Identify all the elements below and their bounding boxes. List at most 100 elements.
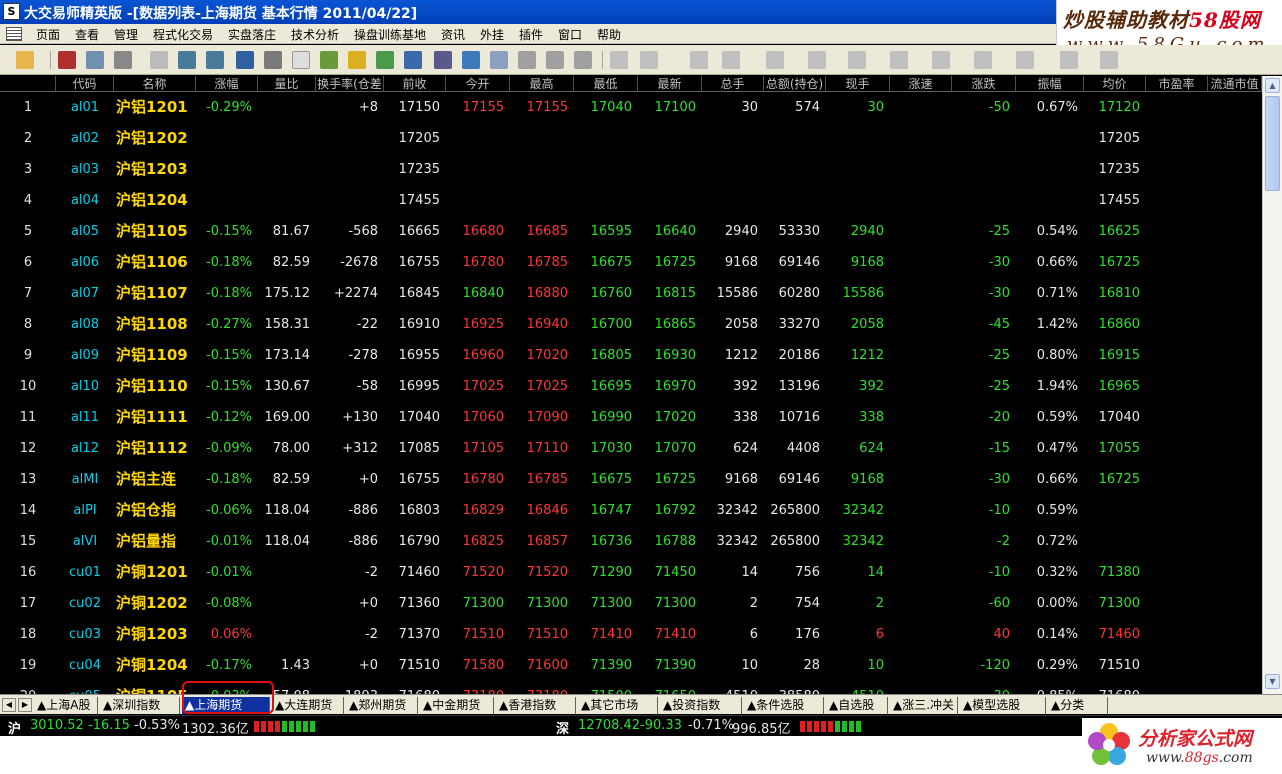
fan-icon[interactable] [766, 51, 784, 69]
ray-icon[interactable] [690, 51, 708, 69]
zoom-icon[interactable] [114, 51, 132, 69]
table-row[interactable]: 5 al05 沪铝1105 -0.15% 81.67 -568 16665 16680 1668… [0, 216, 1262, 247]
tab-10[interactable]: ▲自选股 [826, 697, 888, 714]
table-row[interactable]: 17 cu02 沪铜1202 -0.08% +0 71360 71300 71300 71300… [0, 588, 1262, 619]
column-header[interactable]: 流通市值 [1208, 76, 1262, 92]
window-icon[interactable] [434, 51, 452, 69]
table-row[interactable]: 10 al10 沪铝1110 -0.15% 130.67 -58 16995 17025 170… [0, 371, 1262, 402]
table-row[interactable]: 19 cu04 沪铜1204 -0.17% 1.43 +0 71510 71580 71600 7… [0, 650, 1262, 681]
layout-icon[interactable] [462, 51, 480, 69]
table-row[interactable]: 2 al02 沪铝1202 17205 17205 [0, 123, 1262, 154]
tab-scroll-right-icon[interactable]: ▶ [18, 698, 32, 712]
tab-9[interactable]: ▲条件选股 [744, 697, 824, 714]
tab-5[interactable]: ▲中金期货 [420, 697, 494, 714]
table-row[interactable]: 8 al08 沪铝1108 -0.27% 158.31 -22 16910 16925 1694… [0, 309, 1262, 340]
column-header[interactable]: 振幅 [1016, 76, 1084, 92]
column-header[interactable]: 市盈率 [1146, 76, 1208, 92]
menu-page[interactable]: 页面 [36, 26, 60, 43]
menu-help[interactable]: 帮助 [597, 26, 621, 43]
menu-info[interactable]: 资讯 [441, 26, 465, 43]
tab-scroll-left-icon[interactable]: ◀ [2, 698, 16, 712]
column-header[interactable]: 总手 [702, 76, 764, 92]
tab-6[interactable]: ▲香港指数 [496, 697, 576, 714]
menu-plugins[interactable]: 插件 [519, 26, 543, 43]
table-row[interactable]: 20cu05沪铜1105-0.03%57.08-1893716807318073… [0, 681, 1262, 694]
table-row[interactable]: 1 al01 沪铝1201 -0.29% +8 17150 17155 17155 17040 1… [0, 92, 1262, 123]
scroll-down-icon[interactable]: ▼ [1265, 674, 1280, 689]
tab-12[interactable]: ▲模型选股 [960, 697, 1046, 714]
settings-icon[interactable] [1060, 51, 1078, 69]
text-tool-icon[interactable] [974, 51, 992, 69]
chart-icon[interactable] [58, 51, 76, 69]
table-row[interactable]: 3 al03 沪铝1203 17235 17235 [0, 154, 1262, 185]
column-header[interactable]: 最低 [574, 76, 638, 92]
tab-0[interactable]: ▲上海A股 [34, 697, 98, 714]
column-header[interactable]: 涨速 [890, 76, 952, 92]
list-icon[interactable] [264, 51, 282, 69]
rectangle-icon[interactable] [890, 51, 908, 69]
menu-tech-analysis[interactable]: 技术分析 [291, 26, 339, 43]
table-row[interactable]: 7 al07 沪铝1107 -0.18% 175.12 +2274 16845 16840 16… [0, 278, 1262, 309]
column-header[interactable]: 量比 [258, 76, 316, 92]
tab-1[interactable]: ▲深圳指数 [100, 697, 180, 714]
tab-13[interactable]: ▲分类 [1048, 697, 1108, 714]
alert-icon[interactable] [376, 51, 394, 69]
tab-3[interactable]: ▲大连期货 [272, 697, 344, 714]
select-icon[interactable] [610, 51, 628, 69]
save-icon[interactable] [1100, 51, 1118, 69]
column-header[interactable]: 均价 [1084, 76, 1146, 92]
panel-icon[interactable] [546, 51, 564, 69]
column-header[interactable]: 今开 [446, 76, 510, 92]
system-menu-icon[interactable] [6, 27, 22, 41]
vertical-scrollbar[interactable]: ▲ ▼ [1262, 76, 1282, 694]
column-header[interactable]: 总额(持仓) [764, 76, 826, 92]
menu-manage[interactable]: 管理 [114, 26, 138, 43]
column-header[interactable]: 换手率(仓差 [316, 76, 384, 92]
tab-2[interactable]: ▲上海期货 [182, 697, 270, 714]
table-row[interactable]: 18 cu03 沪铜1203 0.06% -2 71370 71510 71510 71410 7… [0, 619, 1262, 650]
tile-icon[interactable] [490, 51, 508, 69]
channel-icon[interactable] [808, 51, 826, 69]
f10-icon[interactable] [320, 51, 338, 69]
table-row[interactable]: 15 alVI 沪铝量指 -0.01% 118.04 -886 16790 16825 1685… [0, 526, 1262, 557]
column-header[interactable]: 最高 [510, 76, 574, 92]
table-row[interactable]: 4 al04 沪铝1204 17455 17455 [0, 185, 1262, 216]
parallel-icon[interactable] [722, 51, 740, 69]
menu-training[interactable]: 操盘训练基地 [354, 26, 426, 43]
grid-icon[interactable] [236, 51, 254, 69]
document-icon[interactable] [292, 51, 310, 69]
menu-view[interactable]: 查看 [75, 26, 99, 43]
tab-8[interactable]: ▲投资指数 [660, 697, 742, 714]
column-header[interactable]: 涨幅 [196, 76, 258, 92]
column-header[interactable]: 最新 [638, 76, 702, 92]
column-header[interactable]: 前收 [384, 76, 446, 92]
kline-icon[interactable] [178, 51, 196, 69]
menu-program-trade[interactable]: 程式化交易 [153, 26, 213, 43]
tab-4[interactable]: ▲郑州期货 [346, 697, 418, 714]
columns-icon[interactable] [574, 51, 592, 69]
menu-plugin-ext[interactable]: 外挂 [480, 26, 504, 43]
scroll-thumb[interactable] [1265, 96, 1280, 191]
menu-real-trade[interactable]: 实盘落庄 [228, 26, 276, 43]
column-header[interactable]: 现手 [826, 76, 890, 92]
line-draw-icon[interactable] [640, 51, 658, 69]
table-row[interactable]: 6 al06 沪铝1106 -0.18% 82.59 -2678 16755 16780 167… [0, 247, 1262, 278]
table-row[interactable]: 13 alMI 沪铝主连 -0.18% 82.59 +0 16755 16780 16785 16… [0, 464, 1262, 495]
table-row[interactable]: 11 al11 沪铝1111 -0.12% 169.00 +130 17040 17060 17… [0, 402, 1262, 433]
split-icon[interactable] [518, 51, 536, 69]
open-folder-icon[interactable] [16, 51, 34, 69]
trend-icon[interactable] [206, 51, 224, 69]
formula-icon[interactable] [348, 51, 366, 69]
column-header[interactable]: 名称 [114, 76, 196, 92]
tab-11[interactable]: ▲涨三.冲关 [890, 697, 958, 714]
eraser-icon[interactable] [1016, 51, 1034, 69]
screen-icon[interactable] [404, 51, 422, 69]
table-row[interactable]: 12 al12 沪铝1112 -0.09% 78.00 +312 17085 17105 171… [0, 433, 1262, 464]
table-row[interactable]: 16 cu01 沪铜1201 -0.01% -2 71460 71520 71520 71290… [0, 557, 1262, 588]
column-header[interactable]: 代码 [56, 76, 114, 92]
fibonacci-icon[interactable] [848, 51, 866, 69]
scroll-up-icon[interactable]: ▲ [1265, 78, 1280, 93]
table-row[interactable]: 14 alPI 沪铝仓指 -0.06% 118.04 -886 16803 16829 1684… [0, 495, 1262, 526]
tool-icon[interactable] [150, 51, 168, 69]
tab-7[interactable]: ▲其它市场 [578, 697, 658, 714]
